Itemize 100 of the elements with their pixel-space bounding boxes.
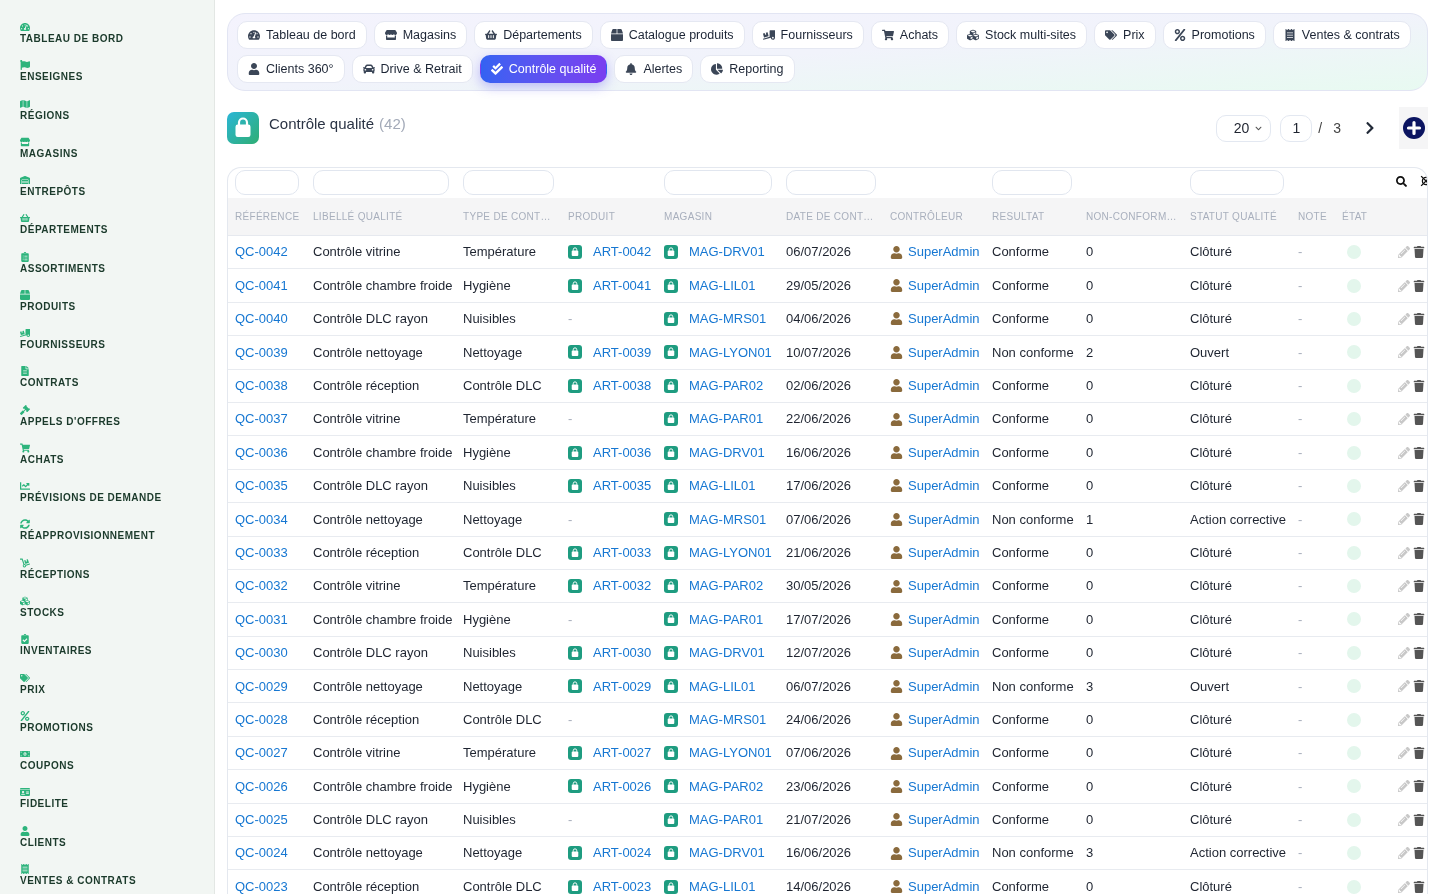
trash-icon[interactable]	[1413, 780, 1425, 793]
user-link[interactable]: SuperAdmin	[908, 409, 980, 429]
store-link[interactable]: MAG-PAR01	[689, 409, 764, 429]
sidebar-item[interactable]: RÉGIONS	[20, 98, 70, 122]
product-link[interactable]: ART-0041	[593, 275, 652, 296]
product-link[interactable]: ART-0024	[593, 843, 652, 863]
reference-link[interactable]: QC-0031	[235, 609, 288, 630]
trash-icon[interactable]	[1413, 246, 1425, 259]
reference-link[interactable]: QC-0042	[235, 242, 288, 262]
trash-icon[interactable]	[1413, 680, 1425, 693]
trash-icon[interactable]	[1413, 847, 1425, 860]
tab[interactable]: Magasins	[373, 21, 468, 49]
store-link[interactable]: MAG-DRV01	[689, 242, 765, 262]
page-input[interactable]: 1	[1280, 114, 1313, 142]
product-link[interactable]: ART-0030	[593, 643, 652, 663]
filter-input[interactable]	[664, 170, 772, 195]
store-link[interactable]: MAG-LIL01	[689, 876, 756, 894]
product-link[interactable]: ART-0033	[593, 542, 652, 563]
trash-icon[interactable]	[1413, 880, 1425, 893]
user-link[interactable]: SuperAdmin	[908, 476, 980, 496]
sidebar-item[interactable]: FIDELITE	[20, 787, 69, 811]
user-link[interactable]: SuperAdmin	[908, 843, 980, 863]
sidebar-item[interactable]: RÉAPPROVISIONNEMENT	[20, 519, 156, 543]
sidebar-item[interactable]: RÉCEPTIONS	[20, 557, 90, 581]
sidebar-item[interactable]: PRÉVISIONS DE DEMANDE	[20, 481, 162, 505]
trash-icon[interactable]	[1413, 513, 1425, 526]
filter-input[interactable]	[786, 170, 876, 195]
sidebar-item[interactable]: CLIENTS	[20, 825, 67, 849]
sidebar-item[interactable]: STOCKS	[20, 596, 65, 619]
sidebar-item[interactable]: PRODUITS	[20, 289, 76, 313]
store-link[interactable]: MAG-PAR01	[689, 609, 764, 630]
product-link[interactable]: ART-0027	[593, 743, 652, 763]
sidebar-item[interactable]: ACHATS	[20, 442, 64, 466]
user-link[interactable]: SuperAdmin	[908, 442, 980, 463]
sidebar-item[interactable]: MAGASINS	[20, 136, 78, 160]
trash-icon[interactable]	[1413, 747, 1425, 760]
filter-input[interactable]	[463, 170, 554, 195]
user-link[interactable]: SuperAdmin	[908, 743, 980, 763]
reference-link[interactable]: QC-0032	[235, 576, 288, 596]
filter-input[interactable]	[235, 170, 299, 195]
user-link[interactable]: SuperAdmin	[908, 643, 980, 663]
store-link[interactable]: MAG-DRV01	[689, 442, 765, 463]
sidebar-item[interactable]: PRIX	[20, 672, 46, 696]
tab[interactable]: Tableau de bord	[237, 21, 367, 49]
product-link[interactable]: ART-0036	[593, 442, 652, 463]
store-link[interactable]: MAG-MRS01	[689, 709, 767, 730]
trash-icon[interactable]	[1413, 479, 1425, 492]
reference-link[interactable]: QC-0041	[235, 275, 288, 296]
trash-icon[interactable]	[1413, 546, 1425, 559]
reference-link[interactable]: QC-0038	[235, 376, 288, 396]
store-link[interactable]: MAG-LYON01	[689, 743, 772, 763]
product-link[interactable]: ART-0038	[593, 376, 652, 396]
sidebar-item[interactable]: CONTRATS	[20, 366, 79, 390]
reference-link[interactable]: QC-0033	[235, 542, 288, 563]
trash-icon[interactable]	[1413, 379, 1425, 392]
sidebar-item[interactable]: INVENTAIRES	[20, 634, 92, 658]
store-link[interactable]: MAG-PAR02	[689, 576, 764, 596]
user-link[interactable]: SuperAdmin	[908, 509, 980, 530]
store-link[interactable]: MAG-MRS01	[689, 309, 767, 329]
product-link[interactable]: ART-0026	[593, 776, 652, 797]
user-link[interactable]: SuperAdmin	[908, 376, 980, 396]
store-link[interactable]: MAG-LYON01	[689, 542, 772, 563]
reference-link[interactable]: QC-0027	[235, 743, 288, 763]
sidebar-item[interactable]: VENTES & CONTRATS	[20, 863, 137, 887]
sidebar-item[interactable]: FOURNISSEURS	[20, 328, 106, 352]
reference-link[interactable]: QC-0028	[235, 709, 288, 730]
reference-link[interactable]: QC-0026	[235, 776, 288, 797]
product-link[interactable]: ART-0023	[593, 876, 652, 894]
sidebar-item[interactable]: COUPONS	[20, 749, 75, 773]
trash-icon[interactable]	[1413, 413, 1425, 426]
sidebar-item[interactable]: ENTREPÔTS	[20, 175, 86, 199]
user-link[interactable]: SuperAdmin	[908, 275, 980, 296]
user-link[interactable]: SuperAdmin	[908, 810, 980, 830]
sidebar-item[interactable]: ENSEIGNES	[20, 60, 83, 84]
sidebar-item[interactable]: ASSORTIMENTS	[20, 251, 106, 275]
user-link[interactable]: SuperAdmin	[908, 876, 980, 894]
user-link[interactable]: SuperAdmin	[908, 776, 980, 797]
sidebar-item[interactable]: DÉPARTEMENTS	[20, 213, 109, 237]
tab[interactable]: Catalogue produits	[599, 21, 745, 49]
user-link[interactable]: SuperAdmin	[908, 342, 980, 363]
tab[interactable]: Clients 360°	[237, 55, 345, 83]
tab[interactable]: Reporting	[700, 55, 795, 83]
trash-icon[interactable]	[1413, 312, 1425, 325]
trash-icon[interactable]	[1413, 279, 1425, 292]
reference-link[interactable]: QC-0034	[235, 509, 288, 530]
tab[interactable]: Départements	[474, 21, 593, 49]
product-link[interactable]: ART-0042	[593, 242, 652, 262]
store-link[interactable]: MAG-LIL01	[689, 476, 756, 496]
trash-icon[interactable]	[1413, 646, 1425, 659]
product-link[interactable]: ART-0035	[593, 476, 652, 496]
tab[interactable]: Achats	[870, 21, 950, 49]
tab[interactable]: Promotions	[1162, 21, 1266, 49]
tab[interactable]: Prix	[1094, 21, 1156, 49]
store-link[interactable]: MAG-MRS01	[689, 509, 767, 530]
reference-link[interactable]: QC-0036	[235, 442, 288, 463]
store-link[interactable]: MAG-DRV01	[689, 843, 765, 863]
product-link[interactable]: ART-0029	[593, 676, 652, 696]
reference-link[interactable]: QC-0040	[235, 309, 288, 329]
user-link[interactable]: SuperAdmin	[908, 576, 980, 596]
trash-icon[interactable]	[1413, 613, 1425, 626]
